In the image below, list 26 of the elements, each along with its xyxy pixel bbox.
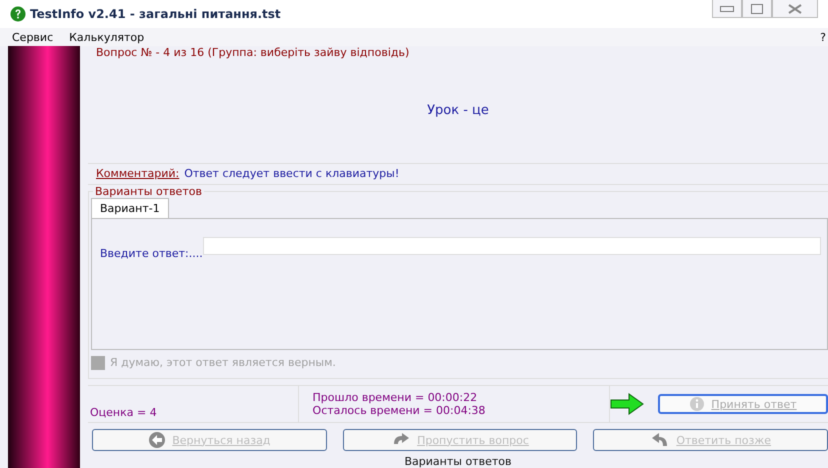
checkbox-label: Я думаю, этот ответ является верным. bbox=[110, 356, 336, 370]
score-text: Оценка = 4 bbox=[90, 406, 157, 419]
tab[interactable]: Вариант-1 bbox=[91, 198, 169, 218]
elapsed-time: Прошло времени = 00:00:22 bbox=[312, 391, 478, 404]
close-icon bbox=[788, 4, 802, 14]
help-menu[interactable]: ? bbox=[820, 30, 826, 44]
close-button[interactable] bbox=[772, 0, 818, 18]
menu-item[interactable]: Калькулятор bbox=[69, 30, 144, 44]
comment-text: Ответ следует ввести с клавиатуры! bbox=[184, 167, 400, 180]
answer-prompt: Введите ответ:.... bbox=[100, 246, 203, 260]
maximize-icon bbox=[751, 4, 763, 14]
question-text: Урок - це bbox=[426, 103, 490, 118]
minimize-icon bbox=[720, 6, 734, 12]
menu-item[interactable]: Сервис bbox=[12, 30, 54, 44]
status-text: Варианты ответов bbox=[404, 454, 512, 468]
comment-link[interactable]: Комментарий: bbox=[96, 167, 180, 180]
minimize-button[interactable] bbox=[712, 0, 742, 18]
question-mark-icon bbox=[10, 6, 26, 22]
group-title: Варианты ответов bbox=[94, 184, 203, 198]
remaining-time: Осталось времени = 00:04:38 bbox=[312, 404, 486, 418]
window-title: TestInfo v2.41 - загальні питання.tst bbox=[30, 7, 281, 21]
maximize-button[interactable] bbox=[742, 0, 772, 18]
answer-field[interactable] bbox=[202, 236, 821, 255]
arrow-icon bbox=[610, 393, 644, 416]
info-icon bbox=[689, 396, 706, 412]
question-header: Вопрос № - 4 из 16 (Группа: виберіть зайву відповідь) bbox=[95, 46, 410, 59]
